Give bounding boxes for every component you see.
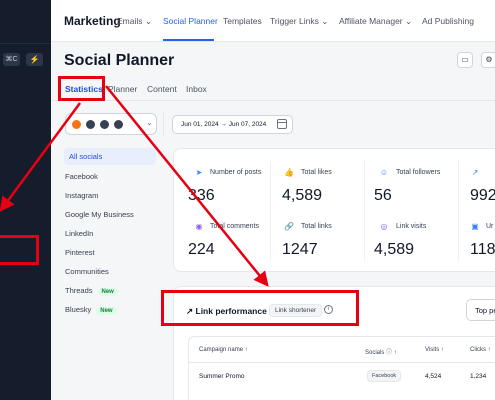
avatar	[113, 119, 124, 130]
page-title: Social Planner	[64, 52, 175, 69]
link-performance-table: Campaign name ↑ Socials ⓘ ↑ Visits ↑ Cli…	[188, 336, 495, 400]
stat-label: Total likes	[301, 169, 332, 176]
column-header-visits[interactable]: Visits ↑	[425, 347, 444, 353]
gear-icon[interactable]: ⚙	[481, 52, 495, 68]
stat-value: 336	[188, 187, 215, 204]
link-icon: 🔗	[284, 222, 294, 231]
nav-ad-publishing[interactable]: Ad Publishing	[422, 16, 474, 26]
new-badge: New	[97, 288, 118, 296]
filter-threads[interactable]: Threads New	[65, 286, 118, 296]
eye-icon: ◎	[380, 222, 388, 231]
user-icon: ▣	[471, 222, 479, 231]
avatar	[71, 119, 82, 130]
filter-communities[interactable]: Communities	[65, 267, 109, 276]
stat-label: Ur	[486, 223, 494, 230]
stat-value: 118	[470, 241, 495, 258]
thumbs-up-icon: 👍	[284, 168, 294, 177]
visits-value: 4,524	[425, 373, 442, 380]
social-badge: Facebook	[367, 370, 402, 382]
avatar	[99, 119, 110, 130]
stat-label: Link visits	[396, 223, 427, 230]
stat-label: Total followers	[396, 169, 441, 176]
send-icon: ➤	[195, 168, 203, 177]
stat-value: 224	[188, 241, 215, 258]
date-range-picker[interactable]: Jun 01, 2024 → Jun 07, 2024	[172, 115, 293, 134]
users-icon: ☺	[379, 168, 389, 177]
chevron-down-icon: ⌄	[144, 16, 153, 26]
highlight-statistics-tab	[58, 76, 105, 101]
stat-label: Total links	[301, 223, 332, 230]
filter-linkedin[interactable]: LinkedIn	[65, 229, 93, 238]
filter-instagram[interactable]: Instagram	[65, 191, 98, 200]
stat-value: 4,589	[282, 187, 323, 204]
social-accounts-select[interactable]: ⌄	[65, 113, 157, 135]
filter-all-socials[interactable]: All socials	[64, 148, 156, 165]
filter-google-my-business[interactable]: Google My Business	[65, 210, 134, 219]
top-performance-select[interactable]: Top pe	[466, 299, 495, 321]
shortcut-key-badge[interactable]: ⌘C	[3, 53, 20, 66]
nav-social-planner[interactable]: Social Planner	[163, 16, 218, 26]
highlight-sidebar-item	[0, 235, 39, 265]
tab-inbox[interactable]: Inbox	[186, 84, 207, 94]
campaign-name[interactable]: Summer Promo	[199, 373, 245, 380]
section-title: Marketing	[64, 14, 121, 28]
chevron-down-icon: ⌄	[321, 16, 329, 26]
nav-affiliate-manager[interactable]: Affiliate Manager ⌄	[339, 16, 412, 27]
comment-icon: ◉	[195, 222, 203, 231]
sidebar-divider	[0, 43, 51, 44]
share-icon: ↗	[471, 168, 479, 177]
calendar-icon	[277, 119, 287, 129]
filter-bluesky[interactable]: Bluesky New	[65, 305, 117, 315]
highlight-link-performance	[161, 290, 359, 326]
chevron-down-icon: ⌄	[405, 16, 413, 26]
column-header-campaign[interactable]: Campaign name ↑	[199, 347, 248, 353]
nav-emails[interactable]: Emails ⌄	[117, 16, 152, 27]
clicks-value: 1,234	[470, 373, 487, 380]
stat-value: 992	[470, 187, 495, 204]
nav-trigger-links[interactable]: Trigger Links ⌄	[270, 16, 328, 27]
chat-icon[interactable]: ▭	[457, 52, 473, 68]
nav-active-indicator	[163, 39, 214, 41]
top-nav: Marketing Emails ⌄ Social Planner Templa…	[51, 0, 495, 42]
filter-divider	[163, 112, 164, 136]
stat-value: 1247	[282, 241, 318, 258]
column-header-clicks[interactable]: Clicks ↑	[470, 347, 491, 353]
column-header-socials[interactable]: Socials ⓘ ↑	[365, 347, 397, 356]
stats-card: ➤ Number of posts 336 👍 Total likes 4,58…	[173, 148, 495, 272]
app-sidebar: ⌘C ⚡	[0, 0, 51, 400]
stat-value: 4,589	[374, 241, 415, 258]
date-range-value: Jun 01, 2024 → Jun 07, 2024	[181, 121, 267, 128]
filter-pinterest[interactable]: Pinterest	[65, 248, 95, 257]
bolt-icon[interactable]: ⚡	[26, 53, 43, 66]
tab-content[interactable]: Content	[147, 84, 177, 94]
main-panel: Marketing Emails ⌄ Social Planner Templa…	[51, 0, 495, 400]
chevron-down-icon: ⌄	[146, 118, 153, 127]
stat-value: 56	[374, 187, 392, 204]
nav-templates[interactable]: Templates	[223, 16, 262, 26]
filter-facebook[interactable]: Facebook	[65, 172, 98, 181]
new-badge: New	[96, 307, 117, 315]
stat-label: Total comments	[210, 223, 260, 230]
tabs-divider	[51, 100, 495, 101]
tab-planner[interactable]: Planner	[108, 84, 137, 94]
avatar	[85, 119, 96, 130]
stat-label: Number of posts	[210, 169, 262, 176]
